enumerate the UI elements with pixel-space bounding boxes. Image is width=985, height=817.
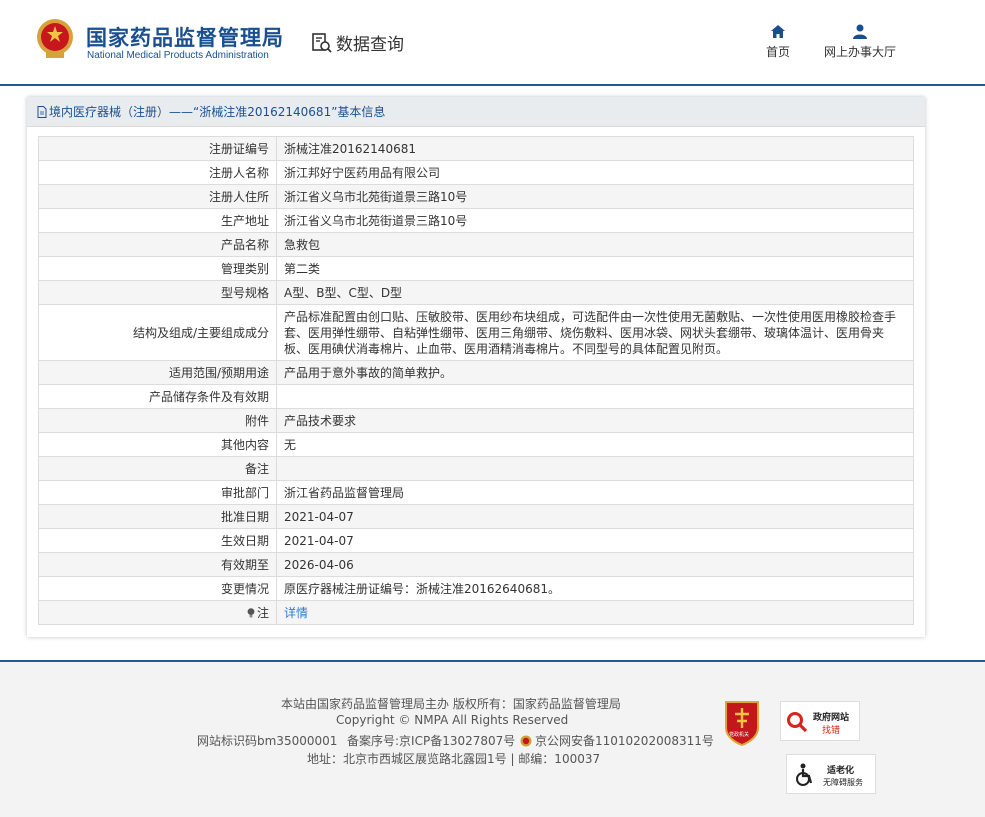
- field-label: 生产地址: [38, 208, 277, 233]
- field-value: 原医疗器械注册证编号：浙械注准20162640681。: [276, 576, 914, 601]
- table-row: 变更情况 原医疗器械注册证编号：浙械注准20162640681。: [38, 576, 914, 601]
- find-error-sub: 找错: [822, 726, 841, 736]
- field-value: 产品技术要求: [276, 408, 914, 433]
- data-query-title[interactable]: 数据查询: [311, 30, 404, 55]
- table-row: 注册证编号 浙械注准20162140681: [38, 136, 914, 161]
- elderly-accessibility-badge[interactable]: 适老化 无障碍服务: [786, 754, 876, 794]
- field-label: 批准日期: [38, 504, 277, 529]
- field-value: 浙江邦好宁医药用品有限公司: [276, 160, 914, 185]
- table-row: 注册人住所 浙江省义乌市北苑街道景三路10号: [38, 184, 914, 209]
- table-row: 产品储存条件及有效期: [38, 384, 914, 409]
- wheelchair-icon: [796, 763, 813, 786]
- field-value: 浙江省药品监督管理局: [276, 480, 914, 505]
- site-header: 国家药品监督管理局 National Medical Products Admi…: [0, 0, 985, 86]
- table-row: 适用范围/预期用途 产品用于意外事故的简单救护。: [38, 360, 914, 385]
- field-value: A型、B型、C型、D型: [276, 280, 914, 305]
- panel-header: 境内医疗器械（注册）——“浙械注准20162140681”基本信息: [27, 97, 925, 127]
- footer-sponsor: 本站由国家药品监督管理局主办 版权所有：国家药品监督管理局: [281, 697, 621, 711]
- detail-table: 注册证编号 浙械注准20162140681 注册人名称 浙江邦好宁医药用品有限公司 …: [38, 136, 914, 625]
- note-label: 注: [256, 605, 269, 620]
- table-row: 注册人名称 浙江邦好宁医药用品有限公司: [38, 160, 914, 185]
- note-value-cell: 详情: [276, 600, 914, 625]
- detail-panel: 境内医疗器械（注册）——“浙械注准20162140681”基本信息 注册证编号浙…: [27, 97, 925, 637]
- footer-site-id: 网站标识码bm35000001: [197, 734, 338, 748]
- magnifier-error-icon: [787, 712, 808, 733]
- party-government-icon: [725, 701, 759, 747]
- footer-police-record[interactable]: 京公网安备11010202008311号: [520, 732, 714, 749]
- field-value: 急救包: [276, 232, 914, 257]
- field-label: 有效期至: [38, 552, 277, 577]
- user-icon: [853, 24, 867, 39]
- field-value: 浙械注准20162140681: [276, 136, 914, 161]
- field-value: 浙江省义乌市北苑街道景三路10号: [276, 184, 914, 209]
- site-footer: 本站由国家药品监督管理局主办 版权所有：国家药品监督管理局 Copyright …: [0, 660, 985, 817]
- brand-name-cn[interactable]: 国家药品监督管理局: [86, 22, 284, 52]
- police-badge-icon: [520, 735, 532, 746]
- party-badge-label: 党政机关: [729, 732, 750, 738]
- field-label: 审批部门: [38, 480, 277, 505]
- footer-address: 地址：北京市西城区展览路北露园1号 | 邮编：100037: [307, 752, 601, 766]
- home-icon: [771, 25, 785, 38]
- nav-home[interactable]: 首页: [764, 24, 792, 60]
- footer-police-text: 京公网安备11010202008311号: [535, 734, 714, 748]
- table-row: 管理类别 第二类: [38, 256, 914, 281]
- nav-home-label: 首页: [765, 45, 790, 59]
- field-value: 第二类: [276, 256, 914, 281]
- footer-icp[interactable]: 备案序号:京ICP备13027807号: [347, 732, 515, 749]
- table-row: 生产地址 浙江省义乌市北苑街道景三路10号: [38, 208, 914, 233]
- table-row: 其他内容无: [38, 432, 914, 457]
- document-icon: [37, 105, 47, 118]
- field-value: 2021-04-07: [276, 504, 914, 529]
- elder-title: 适老化: [827, 766, 855, 776]
- note-label-cell: 注: [38, 600, 277, 625]
- table-row: 备注: [38, 456, 914, 481]
- field-label: 变更情况: [38, 576, 277, 601]
- field-value: 产品标准配置由创口贴、压敏胶带、医用纱布块组成，可选配件由一次性使用无菌敷贴、一…: [276, 304, 914, 361]
- field-label: 适用范围/预期用途: [38, 360, 277, 385]
- field-value: 无: [276, 432, 914, 457]
- field-label: 型号规格: [38, 280, 277, 305]
- field-label: 结构及组成/主要组成成分: [38, 304, 277, 361]
- table-row: 有效期至 2026-04-06: [38, 552, 914, 577]
- footer-copyright: Copyright © NMPA All Rights Reserved: [336, 713, 569, 727]
- field-value: 浙江省义乌市北苑街道景三路10号: [276, 208, 914, 233]
- field-label: 注册人名称: [38, 160, 277, 185]
- find-error-badge[interactable]: 政府网站 找错: [780, 701, 860, 741]
- data-query-label: 数据查询: [336, 35, 404, 55]
- field-label: 产品储存条件及有效期: [38, 384, 277, 409]
- field-value: 2021-04-07: [276, 528, 914, 553]
- panel-title: 境内医疗器械（注册）——“浙械注准20162140681”基本信息: [49, 105, 386, 119]
- table-row: 附件 产品技术要求: [38, 408, 914, 433]
- national-emblem-icon: [37, 19, 73, 58]
- brand-name-en[interactable]: National Medical Products Administration: [87, 50, 269, 61]
- field-label: 备注: [38, 456, 277, 481]
- field-label: 附件: [38, 408, 277, 433]
- party-government-badge[interactable]: 党政机关: [722, 698, 762, 747]
- field-label: 注册人住所: [38, 184, 277, 209]
- nav-online-hall-label: 网上办事大厅: [823, 45, 896, 59]
- document-search-icon: [312, 32, 332, 53]
- field-value: [276, 384, 914, 409]
- details-link[interactable]: 详情: [284, 606, 308, 620]
- nav-online-hall[interactable]: 网上办事大厅: [820, 24, 900, 60]
- lightbulb-icon: [247, 607, 255, 617]
- field-label: 生效日期: [38, 528, 277, 553]
- field-label: 注册证编号: [38, 136, 277, 161]
- elder-sub: 无障碍服务: [823, 778, 863, 787]
- field-label: 产品名称: [38, 232, 277, 257]
- table-row: 批准日期 2021-04-07: [38, 504, 914, 529]
- table-row: 产品名称 急救包: [38, 232, 914, 257]
- field-value: 产品用于意外事故的简单救护。: [276, 360, 914, 385]
- field-label: 管理类别: [38, 256, 277, 281]
- field-label: 其他内容: [38, 432, 277, 457]
- table-row: 结构及组成/主要组成成分 产品标准配置由创口贴、压敏胶带、医用纱布块组成，可选配件…: [38, 304, 914, 361]
- table-row: 型号规格 A型、B型、C型、D型: [38, 280, 914, 305]
- table-row: 生效日期 2021-04-07: [38, 528, 914, 553]
- table-row: 注 详情: [38, 600, 914, 625]
- find-error-title: 政府网站: [813, 713, 850, 723]
- field-value: [276, 456, 914, 481]
- field-value: 2026-04-06: [276, 552, 914, 577]
- table-row: 审批部门 浙江省药品监督管理局: [38, 480, 914, 505]
